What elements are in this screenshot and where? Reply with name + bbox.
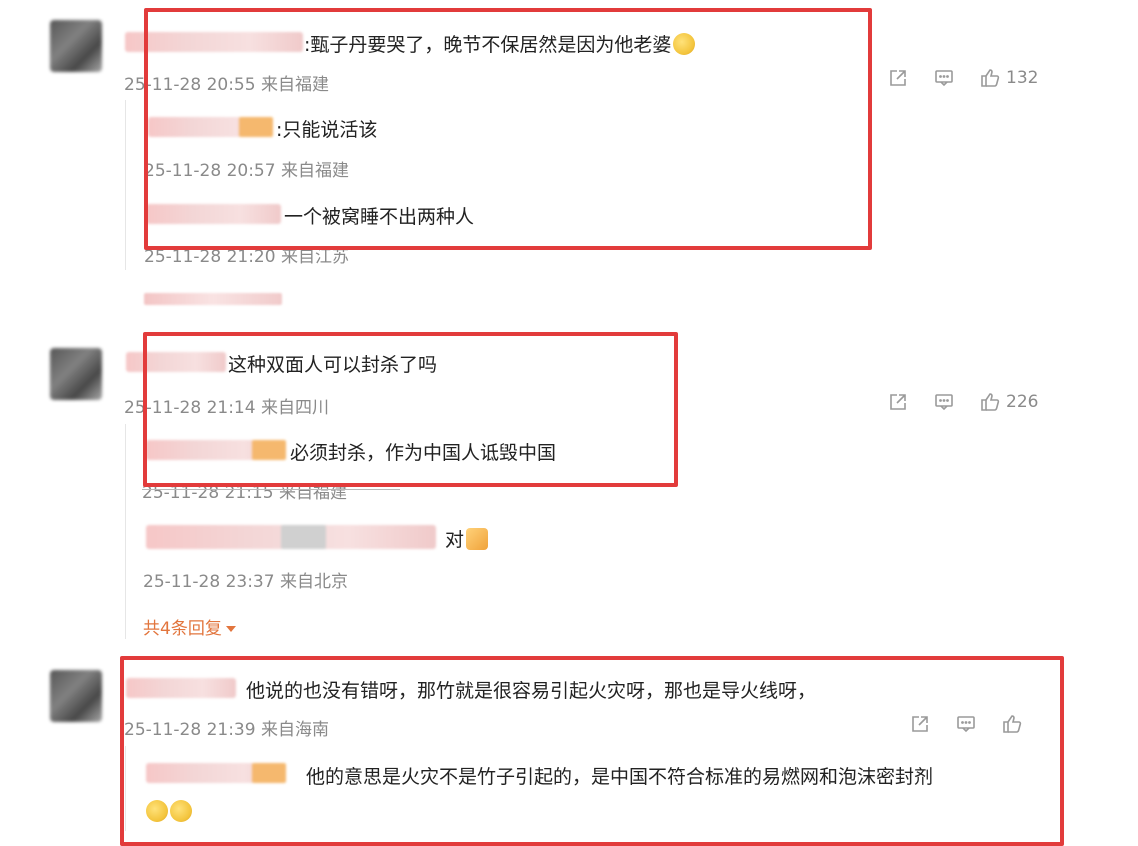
- comment-button[interactable]: [934, 392, 954, 412]
- highlight-box: [144, 8, 872, 250]
- more-replies-label: 共4条回复: [143, 619, 222, 639]
- thumbs-up-emoji-icon: [466, 528, 489, 550]
- reply-text-content: 对: [445, 529, 465, 551]
- highlight-box: [143, 332, 678, 487]
- comment-actions: 226: [888, 392, 1038, 412]
- comment-icon: [935, 394, 953, 411]
- like-button[interactable]: 226: [980, 392, 1038, 412]
- reply-text: 对: [445, 525, 489, 552]
- reply-thread-line: [125, 100, 126, 270]
- thumbs-up-icon: [981, 69, 1000, 87]
- like-count: 132: [1006, 68, 1039, 88]
- like-count: 226: [1006, 392, 1039, 412]
- avatar[interactable]: [50, 670, 102, 722]
- share-button[interactable]: [888, 392, 908, 412]
- reply-meta: 25-11-28 23:37 来自北京: [143, 572, 348, 592]
- caret-down-icon: [225, 626, 236, 632]
- more-replies-link[interactable]: 共4条回复: [143, 614, 236, 639]
- thumbs-up-icon: [981, 393, 1000, 411]
- comment-actions: 132: [888, 68, 1038, 88]
- highlight-box: [120, 656, 1064, 846]
- like-button[interactable]: 132: [980, 68, 1038, 88]
- comment-icon: [935, 70, 953, 87]
- share-button[interactable]: [888, 68, 908, 88]
- avatar[interactable]: [50, 348, 102, 400]
- share-icon: [890, 394, 906, 410]
- avatar[interactable]: [50, 20, 102, 72]
- redacted-text: [144, 293, 282, 305]
- share-icon: [890, 70, 906, 86]
- comment-button[interactable]: [934, 68, 954, 88]
- replier-name[interactable]: [146, 525, 436, 549]
- reply-thread-line: [125, 424, 126, 639]
- strike-line: [142, 489, 400, 490]
